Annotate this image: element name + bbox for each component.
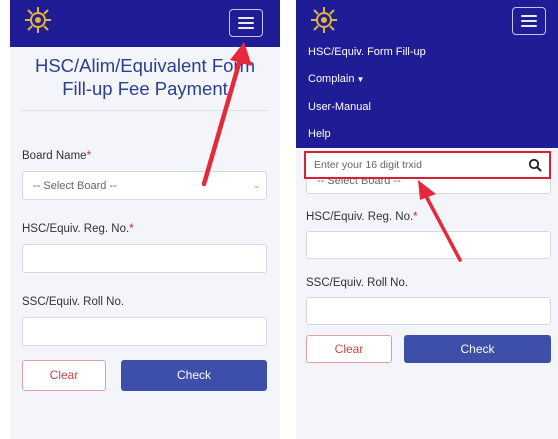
divider (22, 110, 268, 111)
expanded-navbar: HSC/Equiv. Form Fill-up Complain ▼ User-M… (296, 0, 558, 148)
board-select[interactable]: -- Select Board -- ⌄ (22, 171, 267, 200)
clear-button[interactable]: Clear (306, 335, 392, 363)
search-icon[interactable] (525, 156, 545, 174)
clear-button[interactable]: Clear (22, 360, 106, 391)
chevron-down-icon: ⌄ (252, 180, 260, 190)
menu-item-complain-label: Complain (308, 73, 355, 85)
board-name-label-text: Board Name (22, 150, 87, 162)
reg-no-label-text: HSC/Equiv. Reg. No. (306, 211, 414, 223)
check-button[interactable]: Check (404, 335, 551, 363)
board-name-label: Board Name* (22, 150, 91, 162)
reg-no-label: HSC/Equiv. Reg. No.* (306, 211, 418, 223)
reg-no-label: HSC/Equiv. Reg. No.* (22, 223, 134, 235)
right-screen: HSC/Equiv. Form Fill-up Complain ▼ User-M… (296, 0, 558, 439)
emblem-logo-icon[interactable] (310, 6, 338, 34)
left-screen: HSC/Alim/Equivalent Form Fill-up Fee Pay… (10, 0, 280, 439)
page-title: HSC/Alim/Equivalent Form Fill-up Fee Pay… (34, 55, 255, 99)
required-mark: * (413, 211, 418, 223)
emblem-logo-icon[interactable] (24, 6, 52, 34)
required-mark: * (86, 150, 92, 162)
menu-item-help[interactable]: Help (308, 128, 331, 140)
reg-no-label-text: HSC/Equiv. Reg. No. (22, 223, 130, 235)
reg-no-input[interactable] (22, 244, 267, 273)
hamburger-icon[interactable] (512, 7, 546, 35)
menu-item-form-fillup[interactable]: HSC/Equiv. Form Fill-up (308, 46, 426, 58)
top-navbar (10, 0, 280, 47)
check-button[interactable]: Check (121, 360, 267, 391)
roll-no-label: SSC/Equiv. Roll No. (306, 277, 409, 289)
roll-no-input[interactable] (306, 297, 551, 325)
board-select-value: -- Select Board -- (33, 180, 117, 192)
hamburger-icon[interactable] (229, 9, 263, 37)
caret-down-icon: ▼ (356, 75, 365, 84)
menu-item-complain[interactable]: Complain ▼ (308, 73, 364, 85)
required-mark: * (129, 223, 134, 235)
roll-no-input[interactable] (22, 317, 267, 346)
reg-no-input[interactable] (306, 231, 551, 259)
menu-item-user-manual[interactable]: User-Manual (308, 101, 371, 113)
roll-no-label: SSC/Equiv. Roll No. (22, 296, 125, 308)
trxid-search-box (304, 151, 551, 179)
trxid-search-input[interactable] (308, 155, 532, 175)
